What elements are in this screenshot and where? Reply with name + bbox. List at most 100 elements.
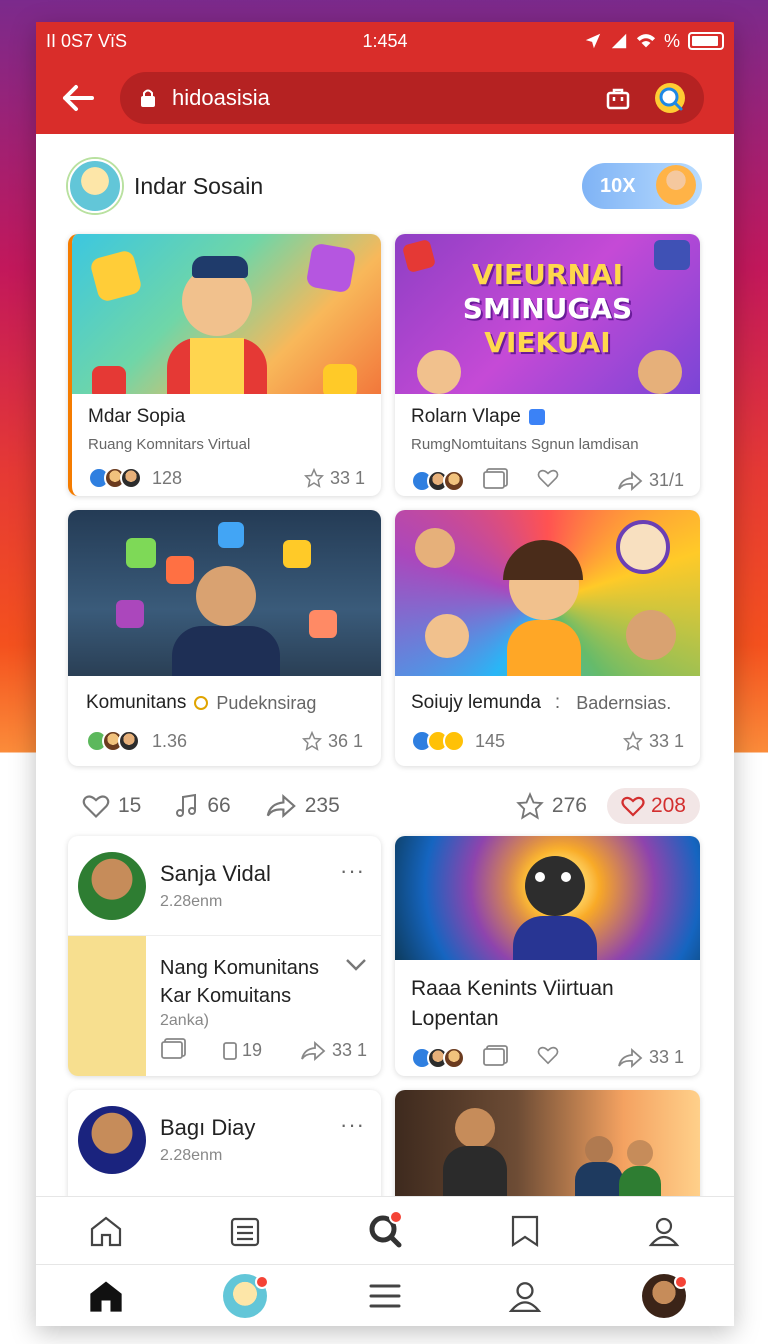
menu-list-icon bbox=[369, 1284, 401, 1307]
star-count: 33 1 bbox=[329, 467, 365, 488]
heart-pill-button[interactable]: 208 bbox=[606, 788, 700, 824]
saves-count: 19 bbox=[242, 1040, 263, 1060]
card-subtitle: Ruang Komnitars Virtual bbox=[88, 436, 251, 453]
member-avatars bbox=[86, 730, 140, 752]
tab-menu[interactable] bbox=[355, 1271, 415, 1321]
signal-icon bbox=[611, 33, 627, 49]
tab-home[interactable] bbox=[76, 1271, 136, 1321]
lock-icon bbox=[141, 89, 155, 107]
top-bar: II 0S7 VïS 1:454 % hidoasisia bbox=[36, 22, 734, 134]
post-title-line-1: Raaa Kenints Viirtuan bbox=[411, 977, 614, 1000]
share-action[interactable]: 33 1 bbox=[617, 1047, 684, 1068]
community-card[interactable]: Komunitans Pudeknsirag 1.36 36 1 bbox=[68, 510, 381, 766]
saves-action[interactable]: 19 bbox=[222, 1040, 262, 1061]
star-icon bbox=[301, 731, 322, 751]
boost-pill-button[interactable]: 10X bbox=[582, 163, 702, 209]
member-avatars bbox=[411, 730, 465, 752]
tab-bookmarks[interactable] bbox=[495, 1206, 555, 1256]
card-title: Soiujy lemunda : Badernsias. bbox=[411, 692, 684, 714]
tab-search[interactable] bbox=[355, 1206, 415, 1256]
post-time: 2.28enm bbox=[160, 1147, 223, 1164]
tab-mascot[interactable] bbox=[215, 1271, 275, 1321]
post-card[interactable] bbox=[395, 1090, 700, 1210]
bookmark-icon bbox=[511, 1215, 538, 1247]
share-count: 33 1 bbox=[331, 1040, 367, 1060]
member-count: 128 bbox=[152, 467, 183, 488]
tab-feed-list[interactable] bbox=[215, 1206, 275, 1256]
share-action[interactable]: 33 1 bbox=[300, 1040, 367, 1061]
tab-profile-outline[interactable] bbox=[634, 1206, 694, 1256]
star-count: 276 bbox=[551, 794, 587, 817]
shopping-bag-icon bbox=[606, 88, 630, 110]
card-subtitle: Pudeknsirag bbox=[216, 692, 317, 713]
tab-account[interactable] bbox=[495, 1271, 555, 1321]
share-count: 235 bbox=[304, 794, 340, 817]
notification-badge bbox=[674, 1274, 689, 1289]
chevron-down-icon[interactable] bbox=[345, 958, 367, 972]
post-avatar[interactable] bbox=[78, 1106, 146, 1174]
star-action[interactable]: 36 1 bbox=[301, 731, 363, 752]
card-subtitle: Badernsias. bbox=[576, 692, 672, 713]
back-button[interactable] bbox=[36, 84, 120, 112]
heart-icon bbox=[537, 469, 559, 488]
star-action[interactable]: 33 1 bbox=[622, 730, 684, 752]
card-title-text: Soiujy lemunda bbox=[411, 692, 541, 713]
user-icon bbox=[648, 1217, 680, 1246]
heart-icon bbox=[621, 796, 645, 817]
tab-home-outline[interactable] bbox=[76, 1206, 136, 1256]
post-card[interactable]: Sanja Vidal 2.28enm ··· Nang Komunitans … bbox=[68, 836, 381, 1076]
star-count: 33 1 bbox=[648, 730, 684, 751]
share-action[interactable]: 235 bbox=[265, 794, 340, 818]
url-bar[interactable]: hidoasisia bbox=[120, 72, 704, 124]
status-time: 1:454 bbox=[362, 30, 408, 51]
bag-button[interactable] bbox=[598, 78, 638, 118]
user-icon bbox=[508, 1281, 541, 1312]
home-icon bbox=[90, 1280, 122, 1312]
share-action[interactable]: 31/1 bbox=[617, 470, 684, 491]
post-text-line-1: Nang Komunitans bbox=[160, 957, 319, 979]
post-text-line-3: 2anka) bbox=[160, 1012, 209, 1029]
post-card[interactable]: Bagı Diay 2.28enm ··· bbox=[68, 1090, 381, 1210]
post-image bbox=[395, 1090, 700, 1210]
like-button[interactable] bbox=[537, 1045, 559, 1070]
boost-pill-label: 10X bbox=[600, 174, 636, 197]
emoji-icon bbox=[194, 696, 209, 710]
member-avatars bbox=[88, 467, 142, 489]
more-options-button[interactable]: ··· bbox=[340, 1112, 365, 1138]
card-subtitle: RumgNomtuitans Sgnun lamdisan bbox=[411, 436, 639, 453]
community-card[interactable]: Mdar Sopia Ruang Komnitars Virtual 128 3… bbox=[68, 234, 381, 496]
feed-content: Indar Sosain 10X Mdar Sopia Ruang Komnit… bbox=[36, 134, 734, 1326]
star-icon bbox=[622, 731, 643, 751]
status-left-text: II 0S7 VïS bbox=[46, 30, 128, 51]
music-count: 66 bbox=[207, 794, 231, 817]
search-button[interactable] bbox=[650, 78, 690, 118]
gallery-button[interactable] bbox=[160, 1037, 188, 1064]
battery-percent: % bbox=[663, 30, 680, 51]
post-card[interactable]: Raaa Kenints Viirtuan Lopentan 33 1 bbox=[395, 836, 700, 1076]
separator: : bbox=[554, 692, 561, 713]
like-button[interactable] bbox=[537, 468, 559, 493]
list-doc-icon bbox=[231, 1217, 260, 1246]
star-action[interactable]: 276 bbox=[516, 792, 587, 820]
like-action[interactable]: 15 bbox=[82, 793, 141, 819]
community-card[interactable]: Soiujy lemunda : Badernsias. 145 33 1 bbox=[395, 510, 700, 766]
community-card[interactable]: VIEURNAI SMINUGAS VIEKUAI Rolarn Vlape R… bbox=[395, 234, 700, 496]
post-color-block bbox=[68, 936, 146, 1076]
profile-header: Indar Sosain 10X bbox=[68, 159, 702, 213]
card-image bbox=[72, 234, 381, 394]
gallery-button[interactable] bbox=[483, 1044, 509, 1071]
gallery-icon bbox=[483, 468, 508, 489]
wifi-icon bbox=[636, 34, 656, 48]
gallery-button[interactable] bbox=[483, 467, 509, 494]
profile-avatar[interactable] bbox=[68, 159, 122, 213]
card-title-text: Komunitans bbox=[86, 692, 187, 713]
share-icon bbox=[618, 1047, 643, 1068]
tab-profile-photo[interactable] bbox=[634, 1271, 694, 1321]
member-avatars bbox=[411, 469, 465, 492]
music-action[interactable]: 66 bbox=[175, 793, 231, 819]
post-avatar[interactable] bbox=[78, 851, 146, 920]
more-options-button[interactable]: ··· bbox=[340, 858, 365, 884]
secondary-tab-bar bbox=[36, 1196, 734, 1264]
post-author: Sanja Vidal bbox=[160, 860, 271, 886]
star-action[interactable]: 33 1 bbox=[303, 467, 365, 489]
